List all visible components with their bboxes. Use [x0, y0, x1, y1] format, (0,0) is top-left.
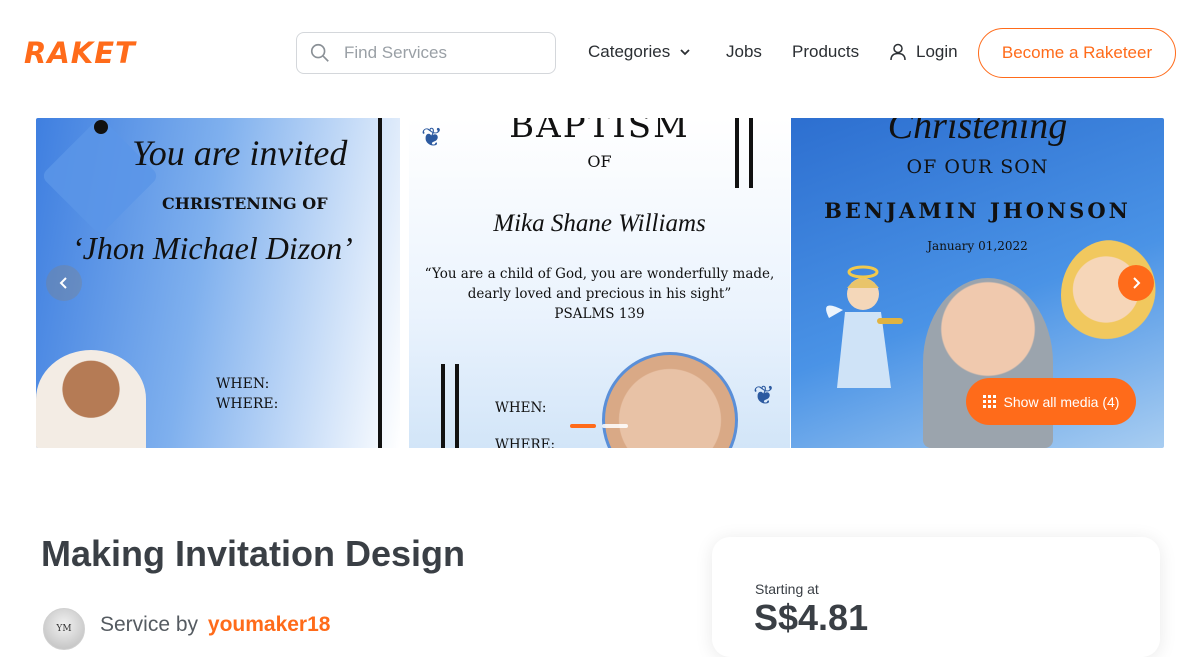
nav-login-label: Login [916, 42, 958, 61]
slide2-name: Mika Shane Williams [493, 210, 706, 237]
price-card: Starting at S$4.81 [712, 537, 1160, 657]
decorative-bar [378, 118, 382, 448]
price-value: S$4.81 [754, 597, 869, 638]
nav-categories-label: Categories [588, 42, 671, 61]
search-box[interactable] [296, 32, 556, 74]
seller-username-link[interactable]: youmaker18 [208, 613, 331, 636]
show-all-media-label: Show all media (4) [1003, 393, 1120, 410]
slide2-quote-line: “You are a child of God, you are wonderf… [424, 266, 775, 282]
slide-divider [400, 118, 409, 448]
show-all-media-button[interactable]: Show all media (4) [966, 378, 1136, 425]
chevron-right-icon [1133, 277, 1141, 289]
baby-photo [36, 350, 146, 448]
nav-categories[interactable]: Categories [588, 42, 692, 62]
slide2-when-where: WHEN: WHERE: [495, 390, 555, 448]
carousel-dots [570, 424, 628, 428]
decorative-dot [94, 120, 108, 134]
gallery-slide-2[interactable]: ❦ BAPTISM OF Mika Shane Williams “You ar… [409, 118, 790, 448]
slide2-when: WHEN: [495, 400, 547, 416]
site-header: RAKET Categories Jobs Products Login Bec… [0, 0, 1200, 104]
avatar-initials: YM [56, 624, 72, 634]
nav-products[interactable]: Products [792, 42, 859, 62]
slide2-quote-line: PSALMS 139 [554, 306, 645, 322]
service-by-label: Service by [100, 613, 199, 636]
slide1-christening-of: CHRISTENING OF [162, 194, 328, 213]
user-icon [890, 43, 906, 61]
slide2-quote: “You are a child of God, you are wonderf… [409, 264, 790, 324]
leaf-icon: ❦ [753, 380, 775, 410]
slide1-when: WHEN: [216, 376, 270, 392]
carousel-next-button[interactable] [1118, 265, 1154, 301]
angel-illustration [826, 265, 903, 388]
nav-jobs[interactable]: Jobs [726, 42, 762, 62]
decorative-bars [735, 118, 753, 188]
slide2-of: OF [587, 152, 612, 171]
carousel-prev-button[interactable] [46, 265, 82, 301]
slide3-of-our-son: OF OUR SON [906, 156, 1049, 178]
avatar[interactable]: YM [43, 608, 85, 650]
slide1-when-where: WHEN: WHERE: [216, 374, 278, 414]
become-raketeer-button[interactable]: Become a Raketeer [978, 28, 1176, 78]
gallery-slide-1[interactable]: You are invited CHRISTENING OF ‘Jhon Mic… [36, 118, 400, 448]
page-title: Making Invitation Design [41, 533, 466, 574]
starting-at-label: Starting at [755, 581, 819, 597]
grid-icon [982, 395, 996, 408]
raket-logo[interactable]: RAKET [24, 36, 136, 70]
slide3-name: BENJAMIN JHONSON [824, 198, 1131, 223]
carousel-dot[interactable] [602, 424, 628, 428]
slide2-title: BAPTISM [509, 118, 690, 146]
slide1-where: WHERE: [216, 396, 279, 412]
baby-photo [602, 352, 738, 448]
slide1-name: ‘Jhon Michael Dizon’ [72, 230, 353, 266]
slide2-where: WHERE: [495, 437, 556, 448]
slide2-quote-line: dearly loved and precious in his sight” [467, 286, 732, 302]
search-icon [310, 43, 329, 62]
slide3-christening: Christening [887, 118, 1068, 147]
slide1-invited-text: You are invited [132, 133, 348, 173]
decorative-bars [441, 364, 459, 448]
chevron-left-icon [59, 277, 67, 289]
chevron-down-icon [680, 49, 690, 56]
search-input[interactable] [344, 43, 534, 63]
service-by-line: Service by youmaker18 [100, 613, 330, 637]
nav-login[interactable]: Login [890, 42, 958, 62]
carousel-dot[interactable] [570, 424, 596, 428]
